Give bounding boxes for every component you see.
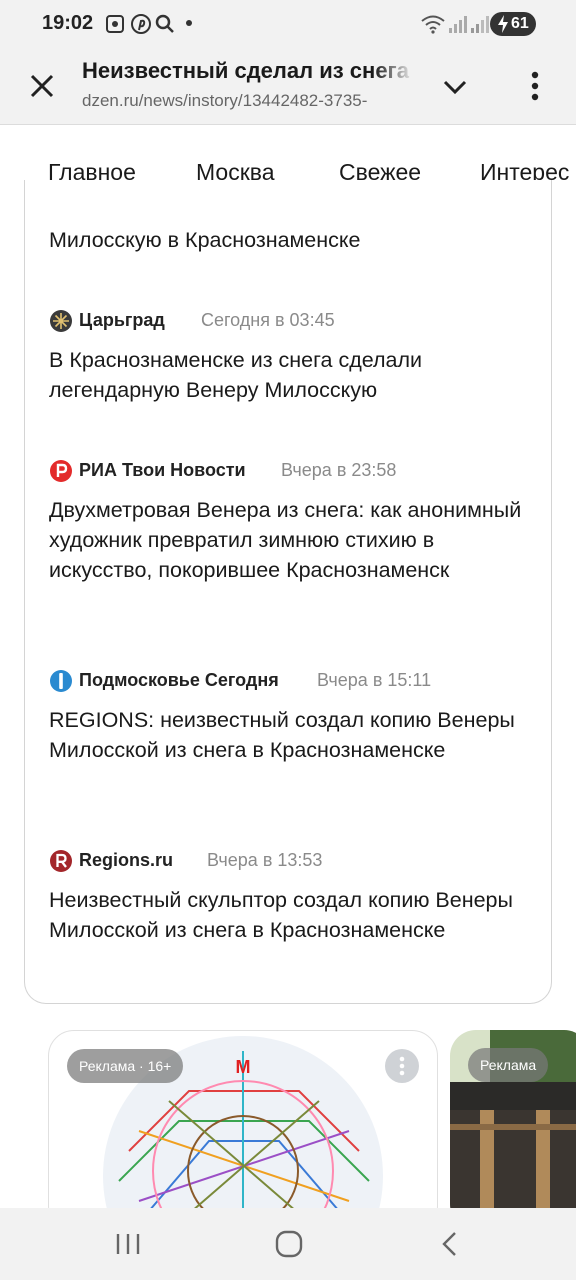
more-menu-icon[interactable]	[520, 66, 550, 106]
ria-logo-icon	[50, 460, 72, 482]
close-icon[interactable]	[22, 66, 62, 106]
battery-icon: 61	[490, 12, 536, 36]
source-name: Царьград	[79, 310, 165, 330]
article-headline[interactable]: Милосскую в Краснознаменске	[49, 225, 535, 255]
regions-logo-icon	[50, 850, 72, 872]
article-headline[interactable]: REGIONS: неизвестный создал копию Венеры…	[49, 705, 535, 765]
notification-dot-icon	[186, 20, 192, 26]
page-title: Неизвестный сделал из снега	[82, 58, 409, 83]
signal-2-icon	[471, 16, 489, 33]
ad-card[interactable]: Реклама	[450, 1030, 576, 1230]
recent-apps-icon[interactable]	[110, 1226, 146, 1262]
article-time: Вчера в 15:11	[317, 670, 432, 690]
podmoskovye-logo-icon	[50, 670, 72, 692]
article-headline[interactable]: Двухметровая Венера из снега: как аноним…	[49, 495, 535, 585]
source-name: РИА Твои Новости	[79, 460, 246, 480]
more-vertical-icon	[399, 1056, 405, 1076]
ad-badge: Реклама · 16+	[67, 1049, 184, 1083]
back-icon[interactable]	[432, 1226, 468, 1262]
article-headline[interactable]: Неизвестный скульптор создал копию Венер…	[49, 885, 535, 945]
ad-more-button[interactable]	[385, 1049, 419, 1083]
metro-logo-icon: М	[236, 1057, 251, 1077]
article-time: Вчера в 13:53	[207, 850, 323, 870]
system-navbar	[0, 1208, 576, 1280]
browser-toolbar: Неизвестный сделал из снега dzen.ru/news…	[0, 48, 576, 125]
ad-badge: Реклама	[468, 1048, 549, 1082]
story-sources-card: Милосскую в Краснознаменске Царьград Сег…	[24, 180, 552, 1004]
screenshot-icon	[106, 15, 124, 33]
article-time: Вчера в 23:58	[281, 460, 397, 480]
status-bar: 19:02 61	[0, 0, 576, 48]
chevron-down-icon[interactable]	[438, 70, 472, 104]
source-name: Подмосковье Сегодня	[79, 670, 279, 690]
address-bar[interactable]: Неизвестный сделал из снега dzen.ru/news…	[82, 56, 414, 116]
tsargrad-logo-icon	[50, 310, 72, 332]
battery-level: 61	[511, 15, 529, 32]
article-headline[interactable]: В Краснознаменске из снега сделали леген…	[49, 345, 535, 405]
ad-card[interactable]: М Реклама · 16+	[48, 1030, 438, 1232]
page-url: dzen.ru/news/instory/13442482-3735-	[82, 91, 368, 110]
pinterest-icon	[131, 14, 151, 34]
search-icon	[155, 14, 174, 33]
status-time: 19:02	[42, 12, 94, 34]
article-time: Сегодня в 03:45	[201, 310, 335, 330]
wifi-icon	[421, 15, 445, 34]
source-name: Regions.ru	[79, 850, 174, 870]
signal-icon	[449, 16, 467, 33]
home-icon[interactable]	[271, 1226, 307, 1262]
